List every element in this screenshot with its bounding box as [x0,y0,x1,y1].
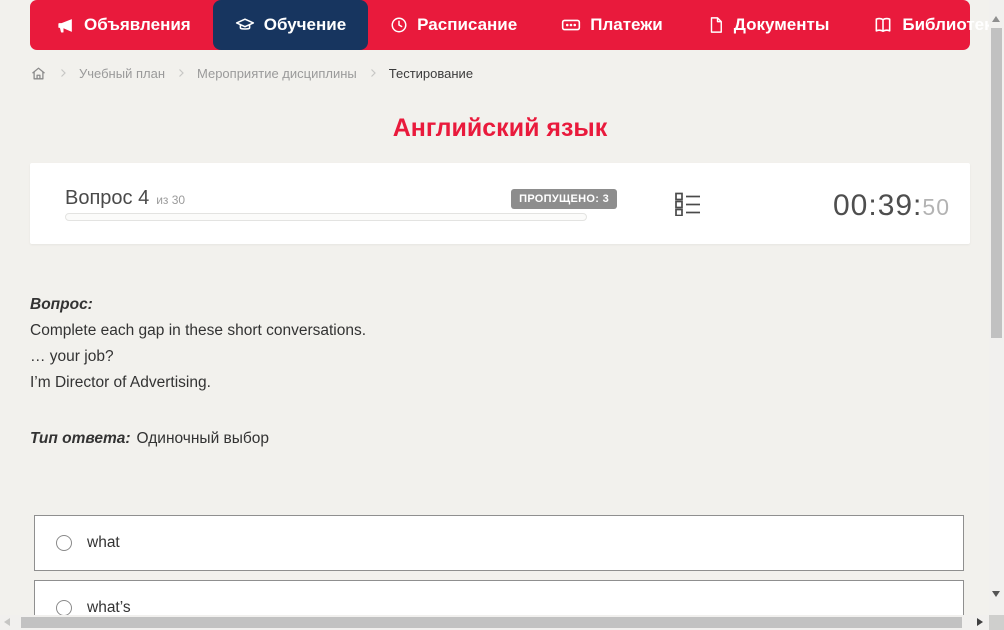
question-list-icon[interactable] [675,192,701,221]
scroll-right-arrow-icon[interactable] [977,618,983,626]
main-navbar: Объявления Обучение Расписание Платежи Д… [30,0,1002,50]
timer-main: 00:39: [832,189,923,222]
radio-button-icon[interactable] [56,600,72,616]
test-timer: 00:39:50 [833,189,950,223]
nav-item-announcements[interactable]: Объявления [34,0,213,50]
nav-item-label: Библиотека [902,15,1003,34]
question-total: из 30 [156,193,186,207]
nav-item-label: Расписание [417,15,518,34]
answer-type-row: Тип ответа: Одиночный выбор [30,430,269,448]
scroll-up-arrow-icon[interactable] [992,16,1000,22]
nav-item-learning[interactable]: Обучение [212,0,369,50]
nav-item-library[interactable]: Библиотека [851,0,1004,50]
progress-bar [65,213,587,221]
nav-item-label: Объявления [84,15,191,34]
scrollbar-corner [989,615,1004,630]
answer-type-value: Одиночный выбор [136,430,270,447]
vertical-scrollbar-thumb[interactable] [991,28,1002,338]
cash-icon [561,15,581,35]
breadcrumb-separator-icon [57,67,69,79]
question-text-line: I’m Director of Advertising. [30,374,211,391]
breadcrumb-separator-icon [175,67,187,79]
question-text-line: Complete each gap in these short convers… [30,322,367,339]
nav-item-payments[interactable]: Платежи [539,0,685,50]
question-label: Вопрос: [30,296,93,313]
breadcrumb-home-icon[interactable] [30,65,47,82]
timer-seconds: 50 [922,194,950,220]
megaphone-icon [56,16,75,35]
question-body: Вопрос: Complete each gap in these short… [30,292,960,396]
option-label: what [87,534,120,551]
breadcrumb: Учебный план Мероприятие дисциплины Тест… [30,62,473,84]
breadcrumb-separator-icon [367,67,379,79]
question-text-line: … your job? [30,348,114,365]
nav-item-documents[interactable]: Документы [685,0,852,50]
nav-item-label: Платежи [590,15,663,34]
answer-option-what[interactable]: what [34,515,964,571]
breadcrumb-item-curriculum[interactable]: Учебный план [79,66,165,81]
radio-button-icon[interactable] [56,535,72,551]
nav-item-label: Документы [733,15,830,34]
horizontal-scrollbar[interactable] [0,615,989,630]
breadcrumb-item-discipline-event[interactable]: Мероприятие дисциплины [197,66,357,81]
page-title: Английский язык [392,114,608,142]
scroll-left-arrow-icon[interactable] [4,618,10,626]
open-book-icon [873,15,893,35]
question-number: Вопрос 4 [65,187,150,209]
skipped-badge: ПРОПУЩЕНО: 3 [511,188,617,209]
nav-item-label: Обучение [263,15,347,34]
scroll-down-arrow-icon[interactable] [992,591,1000,597]
graduation-cap-icon [235,15,255,35]
clock-icon [390,16,408,34]
question-header-panel: Вопрос 4 из 30 ПРОПУЩЕНО: 3 00:39:50 [30,163,970,244]
nav-item-schedule[interactable]: Расписание [368,0,539,50]
vertical-scrollbar[interactable] [989,0,1004,615]
answer-type-label: Тип ответа: [30,430,131,447]
breadcrumb-item-testing: Тестирование [388,65,474,81]
document-icon [707,16,725,34]
horizontal-scrollbar-thumb[interactable] [21,617,962,628]
